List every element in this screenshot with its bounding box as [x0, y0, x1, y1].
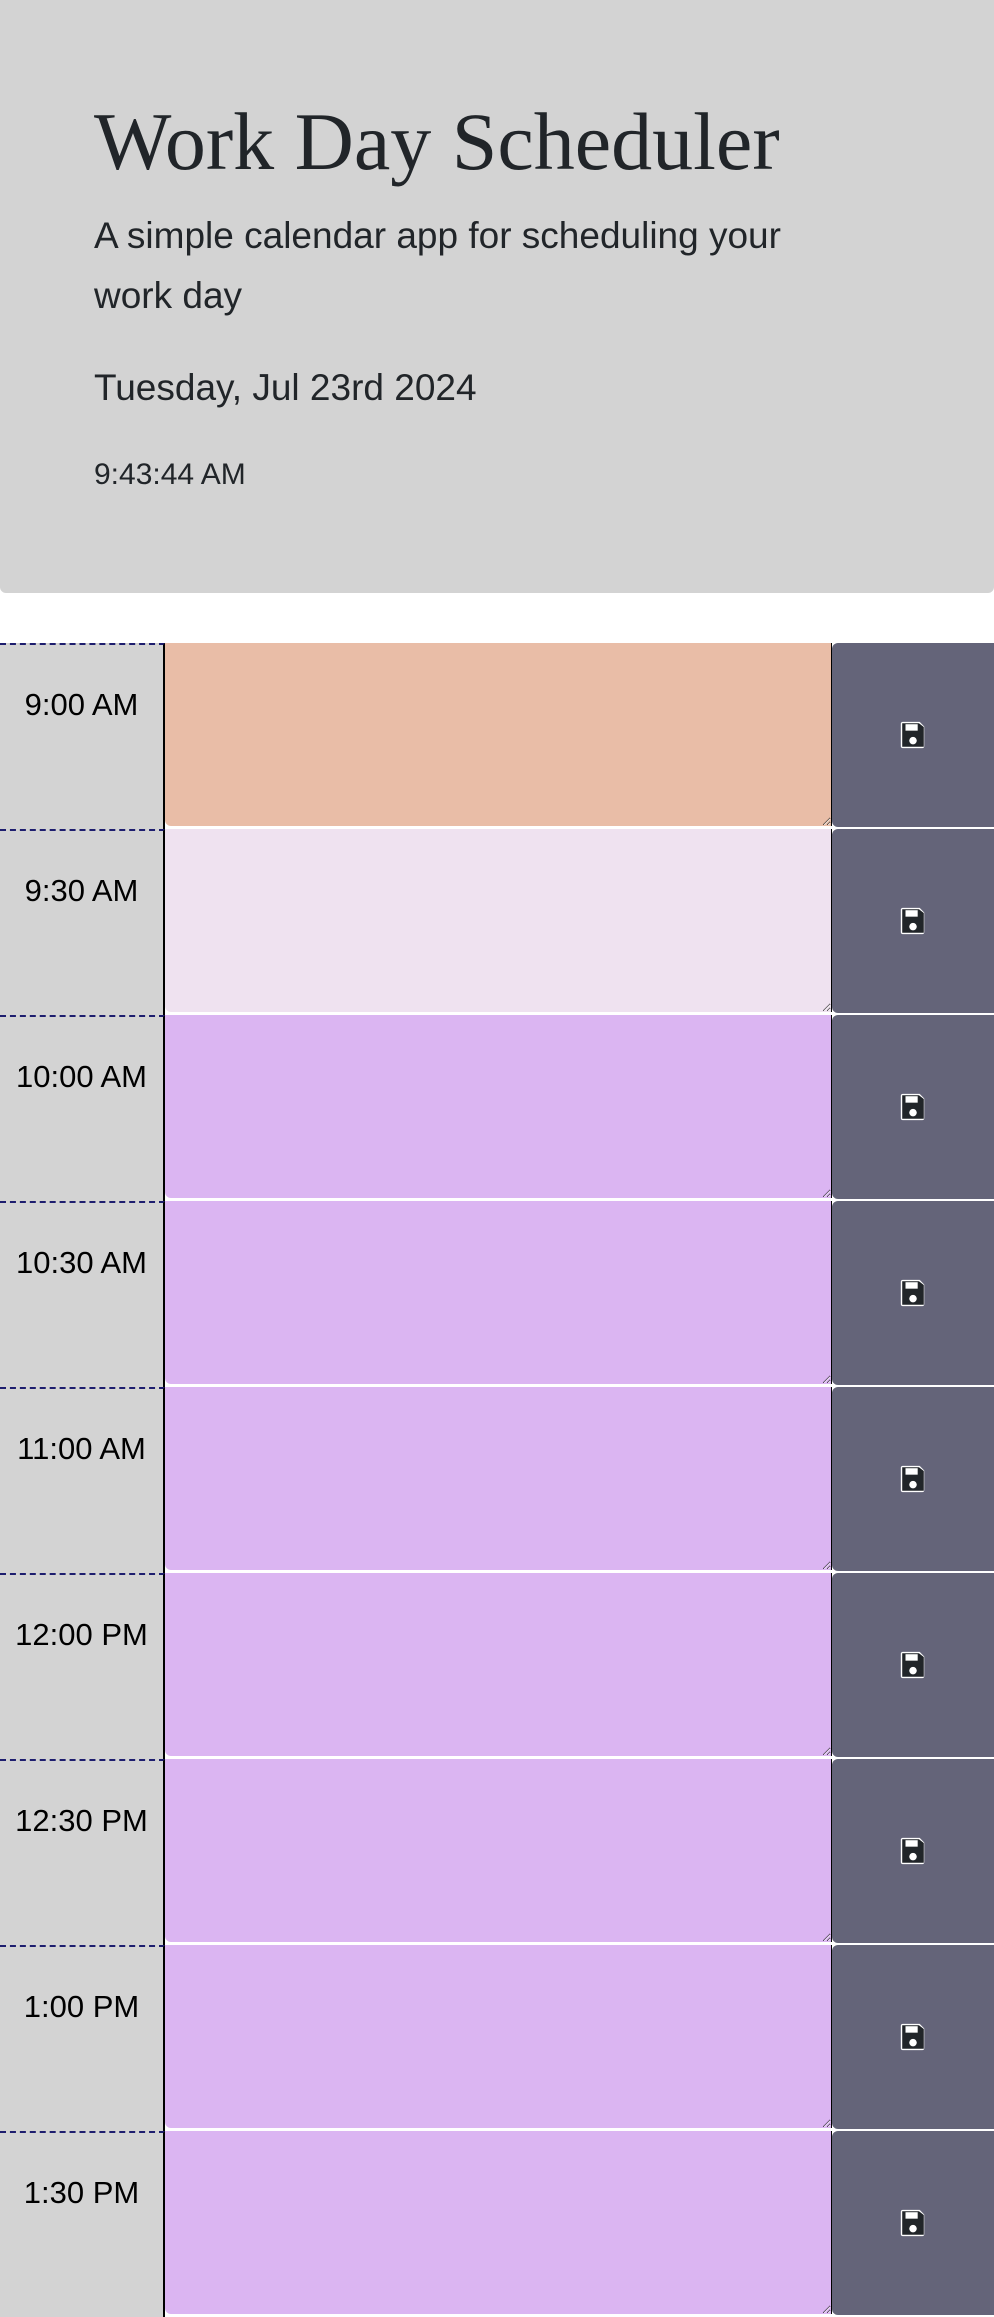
- header-jumbotron: Work Day Scheduler A simple calendar app…: [0, 0, 994, 593]
- time-block-row: 1:00 PM: [0, 1945, 994, 2131]
- save-button[interactable]: [832, 1201, 994, 1385]
- save-button[interactable]: [832, 829, 994, 1013]
- hour-cell: 1:30 PM: [0, 2131, 165, 2317]
- page-subtitle: A simple calendar app for scheduling you…: [94, 215, 781, 316]
- time-block-row: 9:30 AM: [0, 829, 994, 1015]
- floppy-disk-icon: [900, 2023, 925, 2051]
- hour-label: 12:30 PM: [15, 1803, 148, 1838]
- event-description-input[interactable]: [165, 1015, 832, 1198]
- floppy-disk-icon: [900, 1465, 925, 1493]
- hour-cell: 12:00 PM: [0, 1573, 165, 1759]
- time-block-row: 10:30 AM: [0, 1201, 994, 1387]
- event-description-input[interactable]: [165, 1387, 832, 1570]
- floppy-disk-icon: [900, 721, 925, 749]
- floppy-disk-icon: [900, 1837, 925, 1865]
- hour-cell: 10:00 AM: [0, 1015, 165, 1201]
- event-description-input[interactable]: [165, 1945, 832, 2128]
- hour-label: 1:00 PM: [23, 1989, 140, 2024]
- save-button[interactable]: [832, 1387, 994, 1571]
- save-button[interactable]: [832, 1759, 994, 1943]
- hour-label: 1:30 PM: [23, 2175, 140, 2210]
- floppy-disk-icon: [900, 1651, 925, 1679]
- event-description-input[interactable]: [165, 829, 832, 1012]
- event-description-input[interactable]: [165, 643, 832, 826]
- event-description-input[interactable]: [165, 2131, 832, 2314]
- hour-cell: 9:30 AM: [0, 829, 165, 1015]
- hour-cell: 12:30 PM: [0, 1759, 165, 1945]
- save-button[interactable]: [832, 1015, 994, 1199]
- time-block-row: 10:00 AM: [0, 1015, 994, 1201]
- floppy-disk-icon: [900, 1279, 925, 1307]
- hour-cell: 11:00 AM: [0, 1387, 165, 1573]
- time-block-row: 12:30 PM: [0, 1759, 994, 1945]
- time-block-list: 9:00 AM 9:30 AM 10:00 AM 10:30 AM 11:00 AM 12…: [0, 643, 994, 2317]
- floppy-disk-icon: [900, 1093, 925, 1121]
- save-button[interactable]: [832, 1573, 994, 1757]
- hour-label: 11:00 AM: [17, 1431, 146, 1466]
- event-description-input[interactable]: [165, 1573, 832, 1756]
- hour-label: 12:00 PM: [15, 1617, 148, 1652]
- hour-cell: 10:30 AM: [0, 1201, 165, 1387]
- time-block-row: 1:30 PM: [0, 2131, 994, 2317]
- floppy-disk-icon: [900, 907, 925, 935]
- save-button[interactable]: [832, 2131, 994, 2315]
- save-button[interactable]: [832, 643, 994, 827]
- hour-cell: 9:00 AM: [0, 643, 165, 829]
- floppy-disk-icon: [900, 2209, 925, 2237]
- hour-label: 9:00 AM: [24, 687, 139, 722]
- time-block-row: 11:00 AM: [0, 1387, 994, 1573]
- save-button[interactable]: [832, 1945, 994, 2129]
- time-block-row: 9:00 AM: [0, 643, 994, 829]
- event-description-input[interactable]: [165, 1201, 832, 1384]
- time-block-row: 12:00 PM: [0, 1573, 994, 1759]
- page-title: Work Day Scheduler: [94, 96, 780, 187]
- event-description-input[interactable]: [165, 1759, 832, 1942]
- hour-label: 10:00 AM: [16, 1059, 147, 1094]
- current-time: 9:43:44 AM: [94, 458, 246, 491]
- hour-label: 10:30 AM: [16, 1245, 147, 1280]
- hour-label: 9:30 AM: [24, 873, 139, 908]
- current-day: Tuesday, Jul 23rd 2024: [94, 367, 477, 408]
- hour-cell: 1:00 PM: [0, 1945, 165, 2131]
